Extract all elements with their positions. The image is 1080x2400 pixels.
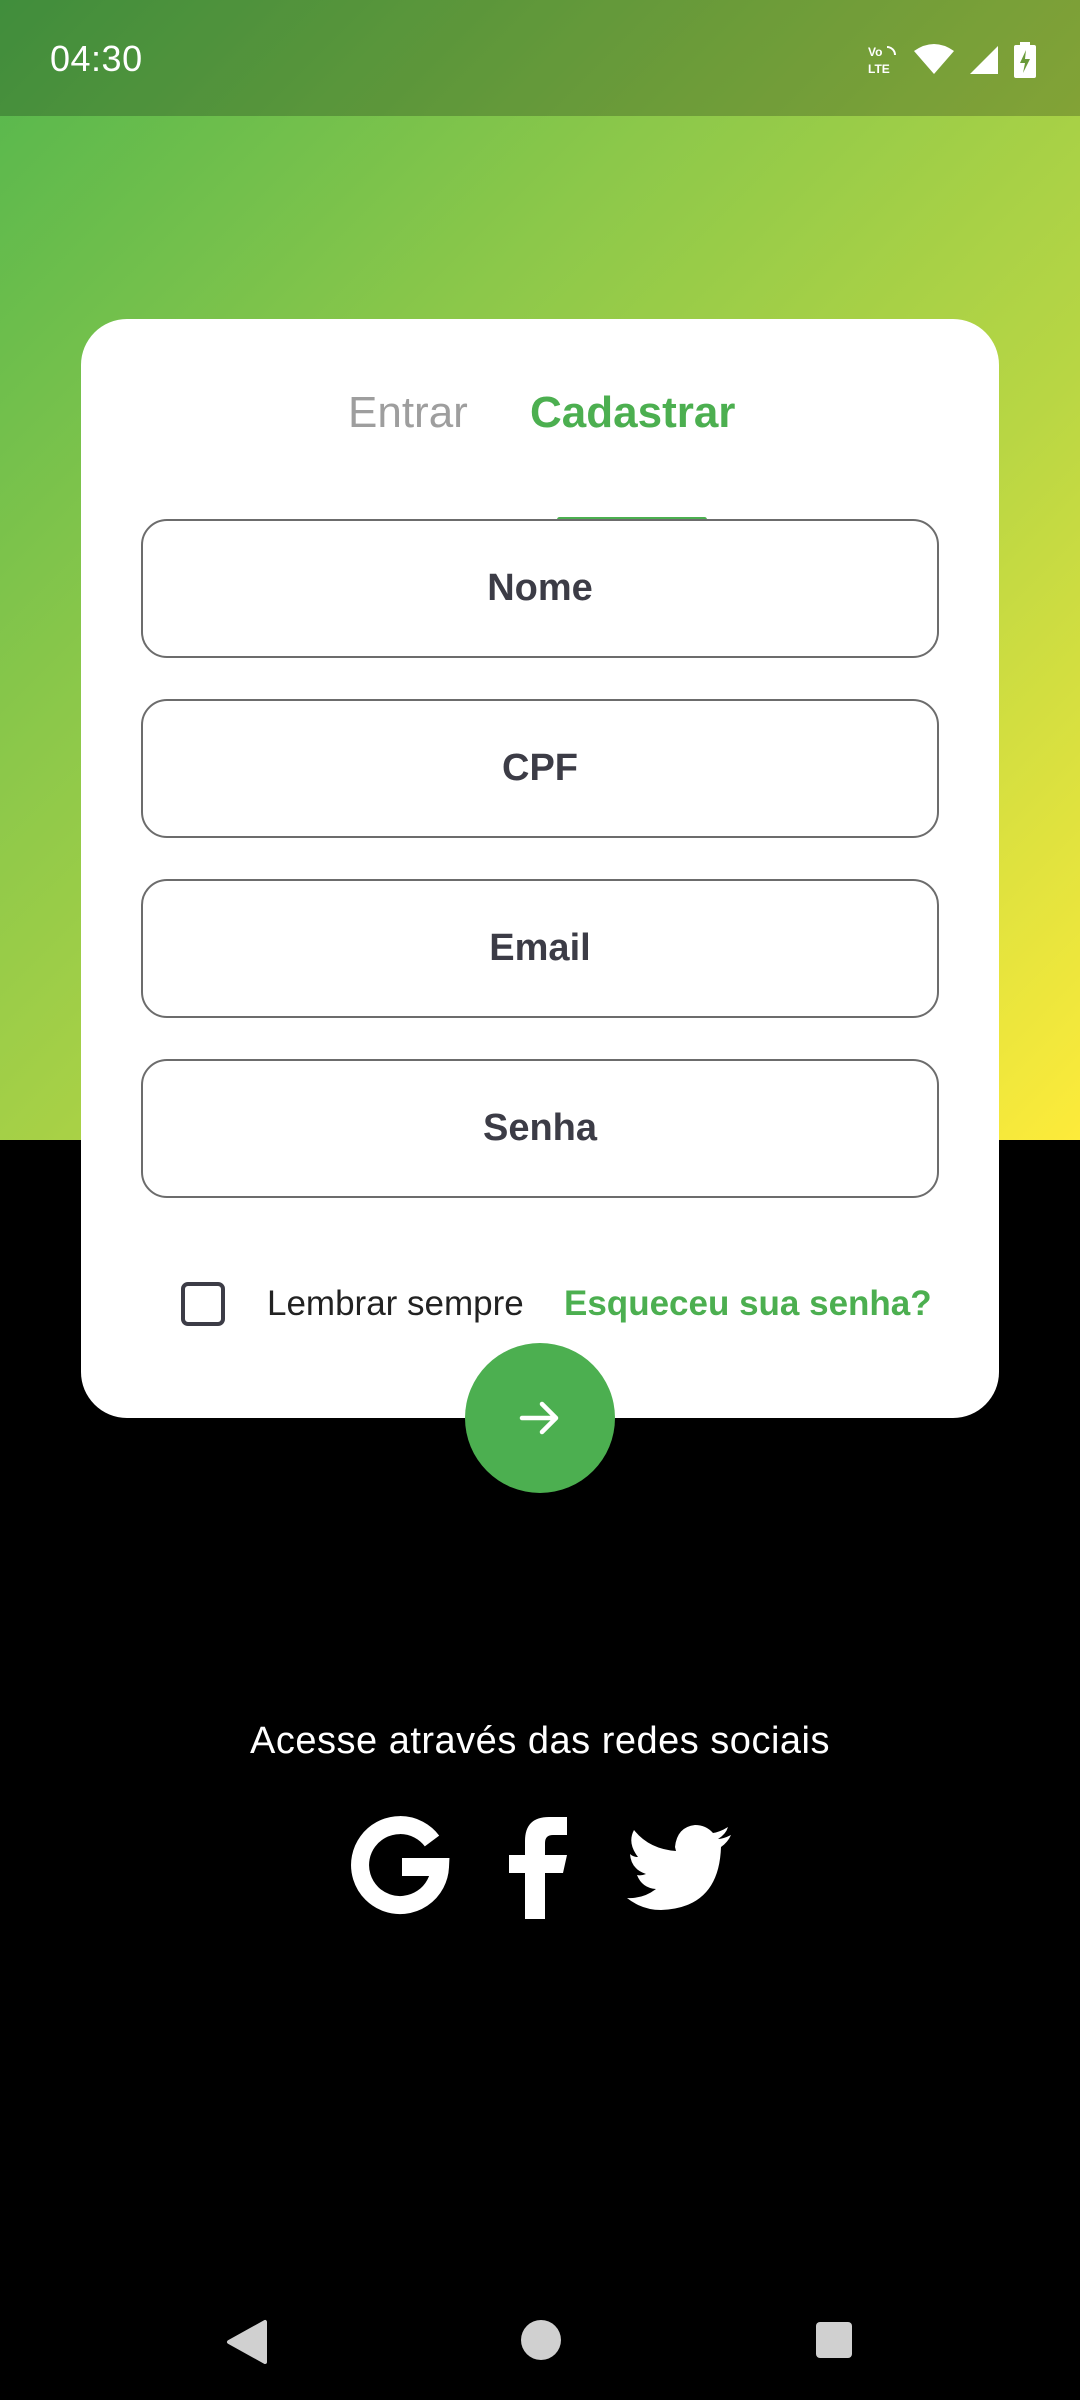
- auth-tabs: Entrar Cadastrar: [81, 383, 999, 522]
- submit-button[interactable]: [465, 1343, 615, 1493]
- login-screen: 04:30 Vo LTE Entrar Cadastrar Nome CPF E…: [0, 0, 1080, 2400]
- name-field[interactable]: [141, 519, 939, 658]
- twitter-icon[interactable]: [627, 1825, 731, 1911]
- signal-icon: [970, 46, 998, 74]
- home-icon[interactable]: [519, 2318, 563, 2362]
- auth-card: Entrar Cadastrar Lembrar sempre Esqueceu…: [81, 319, 999, 1418]
- social-login-icons: [0, 1815, 1080, 1925]
- battery-charging-icon: [1014, 42, 1036, 78]
- tab-cadastrar[interactable]: Cadastrar: [530, 383, 735, 443]
- system-nav-bar: [0, 2290, 1080, 2400]
- arrow-right-icon: [519, 1401, 559, 1435]
- remember-label: Lembrar sempre: [267, 1284, 524, 1323]
- forgot-password-link[interactable]: Esqueceu sua senha?: [564, 1284, 932, 1324]
- svg-text:LTE: LTE: [868, 62, 890, 76]
- status-icons: Vo LTE: [866, 40, 1036, 80]
- recent-apps-icon[interactable]: [814, 2320, 854, 2360]
- facebook-icon[interactable]: [505, 1815, 571, 1919]
- tab-entrar[interactable]: Entrar: [348, 383, 468, 443]
- remember-row: Lembrar sempre Esqueceu sua senha?: [81, 1274, 999, 1334]
- social-login-title: Acesse através das redes sociais: [250, 1720, 830, 1762]
- status-bar: 04:30 Vo LTE: [0, 0, 1080, 116]
- cpf-field[interactable]: [141, 699, 939, 838]
- remember-checkbox[interactable]: [181, 1282, 225, 1326]
- volte-icon: Vo LTE: [868, 45, 896, 76]
- email-field[interactable]: [141, 879, 939, 1018]
- wifi-icon: [914, 44, 954, 74]
- status-time: 04:30: [50, 38, 143, 79]
- svg-text:Vo: Vo: [868, 45, 882, 59]
- password-field[interactable]: [141, 1059, 939, 1198]
- back-icon[interactable]: [225, 2318, 269, 2366]
- google-icon[interactable]: [350, 1815, 450, 1915]
